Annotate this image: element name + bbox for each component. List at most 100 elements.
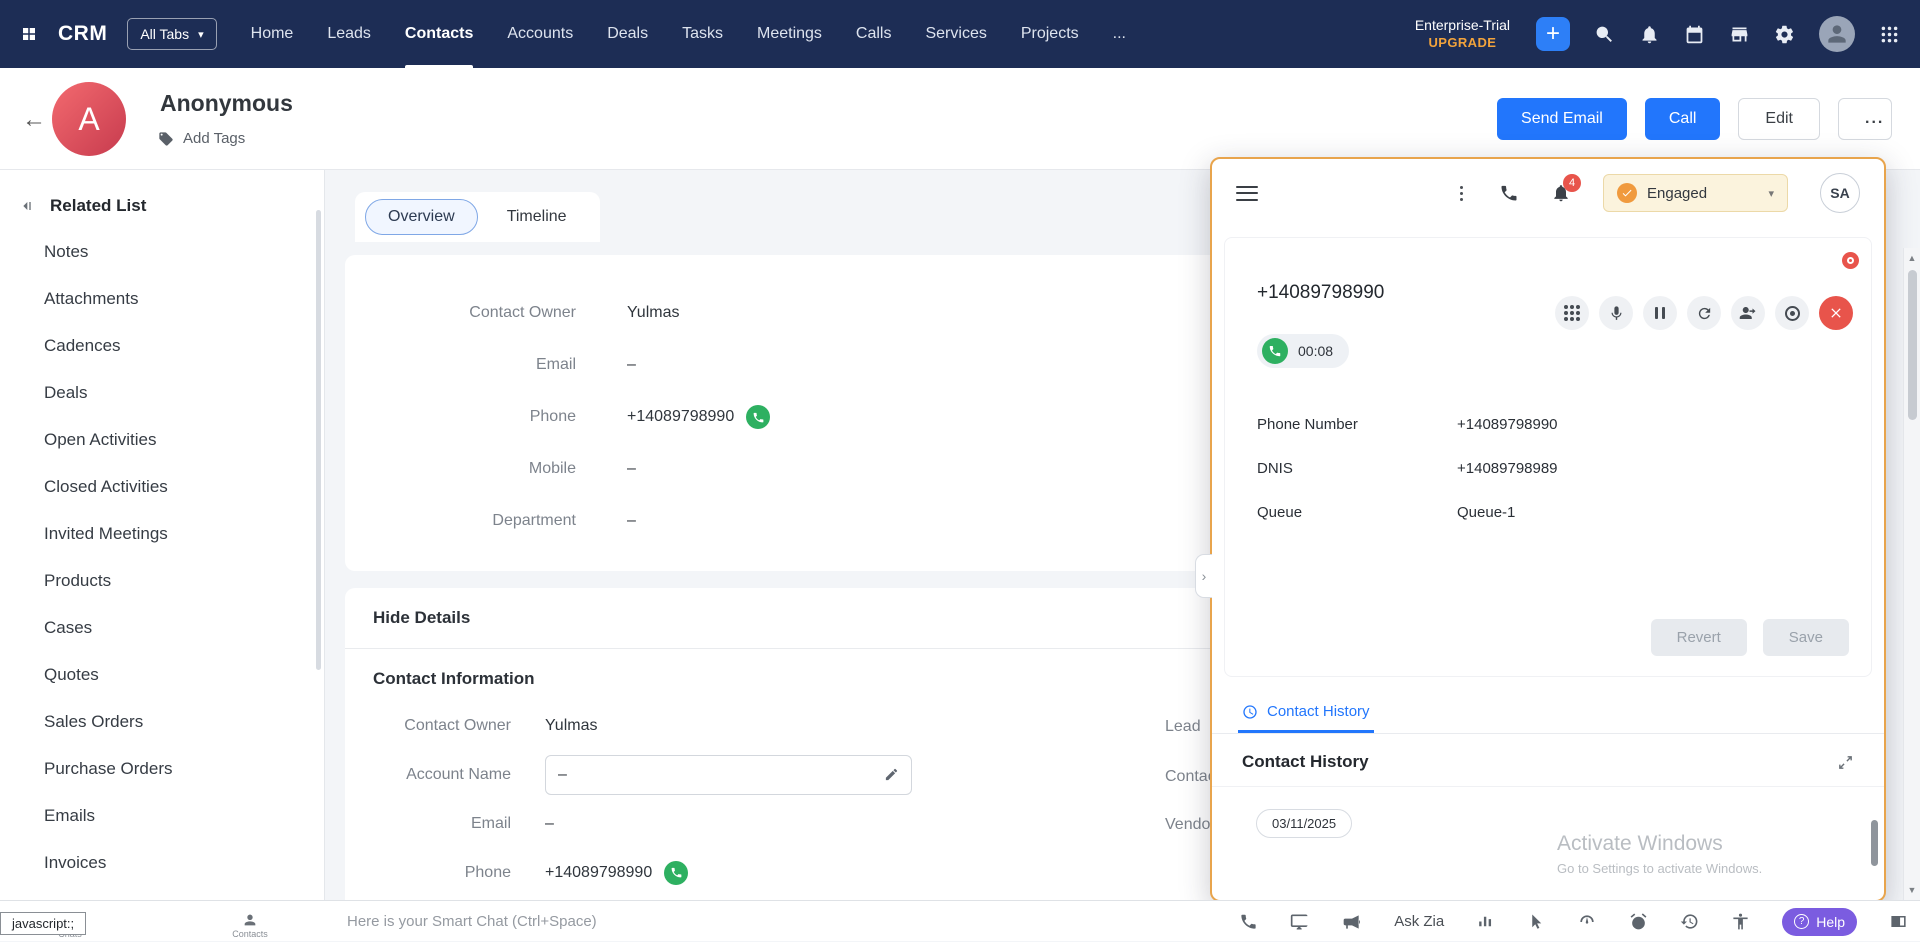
user-avatar[interactable] [1819,16,1855,52]
transfer-call-icon[interactable] [1731,296,1765,330]
field-label: Phone [345,408,576,426]
announcements-megaphone-icon[interactable] [1342,912,1362,932]
record-tabs: Overview Timeline [355,192,600,242]
watermark-line1: Activate Windows [1557,832,1762,856]
phone-tool-icon[interactable] [1239,912,1258,931]
marketplace-icon[interactable] [1729,24,1750,45]
side-panel-icon[interactable] [1889,912,1908,931]
nav-more[interactable]: ... [1113,0,1126,68]
dock-contacts[interactable]: Contacts [220,912,280,939]
sidebar-item-notes[interactable]: Notes [20,242,324,262]
tab-timeline[interactable]: Timeline [484,199,590,235]
refresh-call-icon[interactable] [1687,296,1721,330]
agent-avatar[interactable]: SA [1820,173,1860,213]
sidebar-item-open-activities[interactable]: Open Activities [20,430,324,450]
sidebar-item-quotes[interactable]: Quotes [20,665,324,685]
nav-deals[interactable]: Deals [607,0,648,68]
panel-collapse-handle[interactable]: › [1195,554,1212,598]
nav-meetings[interactable]: Meetings [757,0,822,68]
sidebar-item-sales-orders[interactable]: Sales Orders [20,712,324,732]
revert-button[interactable]: Revert [1651,619,1747,656]
field-value: – [627,356,636,374]
settings-gear-icon[interactable] [1774,24,1795,45]
help-button[interactable]: ? Help [1782,908,1857,936]
add-tags-button[interactable]: Add Tags [158,130,245,147]
history-icon[interactable] [1680,912,1699,931]
nav-tasks[interactable]: Tasks [682,0,723,68]
keypad-icon[interactable] [1555,296,1589,330]
collapse-sidebar-icon[interactable] [20,198,36,214]
all-tabs-dropdown[interactable]: All Tabs ▾ [127,18,216,50]
sidebar-item-cadences[interactable]: Cadences [20,336,324,356]
sidebar-item-closed-activities[interactable]: Closed Activities [20,477,324,497]
send-email-button[interactable]: Send Email [1497,98,1627,140]
apps-waffle-icon[interactable] [20,25,38,43]
alarm-clock-icon[interactable] [1629,912,1648,931]
scroll-down-arrow[interactable]: ▼ [1904,885,1920,895]
upgrade-link[interactable]: UPGRADE [1415,35,1510,52]
scroll-up-arrow[interactable]: ▲ [1904,253,1920,263]
gauge-analytics-icon[interactable] [1577,912,1597,932]
nav-contacts[interactable]: Contacts [405,0,473,68]
menu-hamburger-icon[interactable] [1236,186,1258,201]
calendar-icon[interactable] [1684,24,1705,45]
save-button[interactable]: Save [1763,619,1849,656]
tab-contact-history[interactable]: Contact History [1238,691,1374,733]
phone-value[interactable]: +14089798990 [627,408,734,426]
smart-chat-hint[interactable]: Here is your Smart Chat (Ctrl+Space) [347,913,597,930]
history-date-chip[interactable]: 03/11/2025 [1256,809,1352,838]
quick-create-button[interactable]: + [1536,17,1570,51]
back-arrow-icon[interactable]: ← [22,106,46,134]
sidebar-item-cases[interactable]: Cases [20,618,324,638]
nav-leads[interactable]: Leads [327,0,371,68]
more-options-icon[interactable] [1456,182,1467,205]
mute-mic-icon[interactable] [1599,296,1633,330]
search-icon[interactable] [1594,24,1615,45]
hold-pause-icon[interactable] [1643,296,1677,330]
activity-bars-icon[interactable] [1476,912,1495,931]
sidebar-item-deals[interactable]: Deals [20,383,324,403]
tab-overview[interactable]: Overview [365,199,478,235]
scrollbar-thumb[interactable] [1908,270,1917,420]
phone-value[interactable]: +14089798990 [545,864,652,882]
click-to-call-icon[interactable] [664,861,688,885]
notifications-bell-icon[interactable]: 4 [1551,183,1571,203]
expand-icon[interactable] [1837,754,1854,771]
account-name-input[interactable]: – [545,755,912,795]
sidebar-scrollbar[interactable] [316,210,321,670]
edit-button[interactable]: Edit [1738,98,1820,140]
edit-pencil-icon[interactable] [884,767,899,782]
sidebar-item-invited-meetings[interactable]: Invited Meetings [20,524,324,544]
page-scrollbar[interactable]: ▲ ▼ [1903,248,1920,900]
field-label-truncated: Vendo [1165,816,1210,834]
field-label: Email [345,356,576,374]
agent-status-dropdown[interactable]: Engaged ▾ [1603,174,1788,212]
tag-icon [158,131,174,147]
ask-zia-button[interactable]: Ask Zia [1394,913,1444,930]
pointer-tool-icon[interactable] [1527,913,1545,931]
sidebar-item-emails[interactable]: Emails [20,806,324,826]
nav-calls[interactable]: Calls [856,0,892,68]
accessibility-icon[interactable] [1731,912,1750,931]
click-to-call-icon[interactable] [746,405,770,429]
active-call-card: +14089798990 00:08 Phone Number +1408979… [1224,237,1872,677]
history-scrollbar-thumb[interactable] [1871,820,1878,866]
sidebar-item-purchase-orders[interactable]: Purchase Orders [20,759,324,779]
sidebar-item-invoices[interactable]: Invoices [20,853,324,873]
kiosk-monitor-icon[interactable] [1290,912,1310,932]
sidebar-item-attachments[interactable]: Attachments [20,289,324,309]
dial-phone-icon[interactable] [1499,183,1519,203]
nav-accounts[interactable]: Accounts [507,0,573,68]
notifications-bell-icon[interactable] [1639,24,1660,45]
sidebar-item-products[interactable]: Products [20,571,324,591]
call-duration: 00:08 [1298,343,1333,359]
record-call-icon[interactable] [1775,296,1809,330]
end-call-icon[interactable] [1819,296,1853,330]
call-button[interactable]: Call [1645,98,1721,140]
app-switcher-grid-icon[interactable] [1879,24,1900,45]
nav-projects[interactable]: Projects [1021,0,1079,68]
more-actions-button[interactable]: ... [1838,98,1892,140]
contact-header: ← A Anonymous Add Tags Send Email Call E… [0,68,1920,170]
nav-home[interactable]: Home [251,0,294,68]
nav-services[interactable]: Services [925,0,986,68]
